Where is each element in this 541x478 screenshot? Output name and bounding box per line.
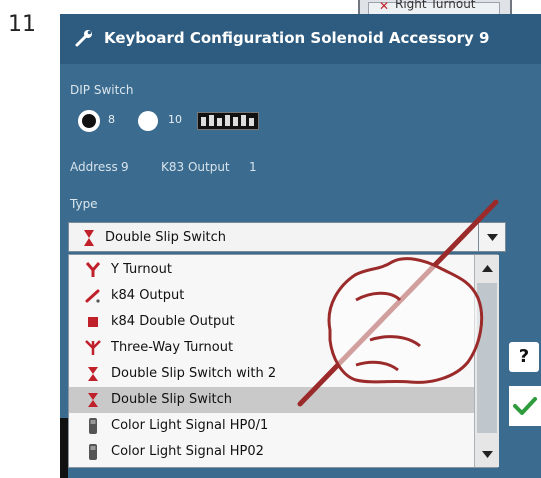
list-item-label: Three-Way Turnout xyxy=(111,340,234,355)
type-dropdown-list: Y Turnout k84 Output k84 Double Output T… xyxy=(68,254,498,468)
dip-switch-radio-10[interactable] xyxy=(138,111,158,131)
chevron-up-icon xyxy=(482,265,493,272)
chevron-down-icon xyxy=(487,234,498,241)
signal-icon xyxy=(89,418,97,434)
chevron-down-icon xyxy=(482,451,493,458)
double-slip-switch-icon xyxy=(88,393,98,407)
list-item-label: k84 Double Output xyxy=(111,314,235,329)
scroll-down-button[interactable] xyxy=(475,441,499,467)
background-item-label: Right Turnout xyxy=(395,0,476,11)
type-selected-value: Double Slip Switch xyxy=(105,230,227,245)
dip-switch-option-8-label: 8 xyxy=(108,113,115,126)
ok-button[interactable] xyxy=(509,386,541,426)
list-item-label: Double Slip Switch with 2 xyxy=(111,366,277,381)
output-value: 1 xyxy=(249,160,257,174)
dialog-titlebar: Keyboard Configuration Solenoid Accessor… xyxy=(60,14,541,64)
list-item-color-light-signal-hp02[interactable]: Color Light Signal HP02 xyxy=(69,439,474,465)
k84-output-icon xyxy=(85,289,100,303)
turnout-icon: ✕ xyxy=(379,0,390,13)
k84-double-output-icon xyxy=(88,317,98,327)
dialog-title: Keyboard Configuration Solenoid Accessor… xyxy=(104,29,490,47)
list-item-three-way-turnout[interactable]: Three-Way Turnout xyxy=(69,335,474,361)
list-scrollbar[interactable] xyxy=(474,255,499,467)
dip-switch-radio-8[interactable] xyxy=(78,110,100,132)
signal-icon xyxy=(89,444,97,460)
list-item-label: Double Slip Switch xyxy=(111,392,233,407)
dip-switch-label: DIP Switch xyxy=(70,83,134,97)
double-slip-switch-icon xyxy=(84,230,94,246)
double-slip-switch-icon xyxy=(88,367,98,381)
wrench-icon xyxy=(75,30,92,47)
y-turnout-icon xyxy=(85,262,101,277)
address-label: Address xyxy=(70,160,118,174)
list-item-k84-double-output[interactable]: k84 Double Output xyxy=(69,309,474,335)
dialog-edge xyxy=(60,418,68,478)
output-label: K83 Output xyxy=(161,160,230,174)
three-way-turnout-icon xyxy=(85,340,101,355)
list-item-label: Y Turnout xyxy=(111,262,172,277)
dip-switch-icon xyxy=(197,112,259,130)
list-item-double-slip-switch-with-2[interactable]: Double Slip Switch with 2 xyxy=(69,361,474,387)
list-item-double-slip-switch[interactable]: Double Slip Switch xyxy=(69,387,474,413)
step-number: 11 xyxy=(8,12,36,37)
type-select[interactable]: Double Slip Switch xyxy=(68,222,501,252)
scroll-thumb[interactable] xyxy=(477,283,497,433)
list-item-label: Color Light Signal HP0/1 xyxy=(111,418,269,433)
type-label: Type xyxy=(70,197,98,211)
list-item-label: Color Light Signal HP02 xyxy=(111,444,264,459)
help-button[interactable]: ? xyxy=(509,342,539,372)
address-value: 9 xyxy=(121,160,129,174)
checkmark-icon xyxy=(513,397,537,415)
list-item-label: k84 Output xyxy=(111,288,185,303)
list-item-k84-output[interactable]: k84 Output xyxy=(69,283,474,309)
keyboard-configuration-dialog: Keyboard Configuration Solenoid Accessor… xyxy=(60,14,541,478)
type-select-dropdown-button[interactable] xyxy=(478,222,506,252)
scroll-up-button[interactable] xyxy=(475,255,499,281)
dip-switch-option-10-label: 10 xyxy=(168,113,182,126)
list-item-y-turnout[interactable]: Y Turnout xyxy=(69,257,474,283)
list-item-color-light-signal-hp0-1[interactable]: Color Light Signal HP0/1 xyxy=(69,413,474,439)
